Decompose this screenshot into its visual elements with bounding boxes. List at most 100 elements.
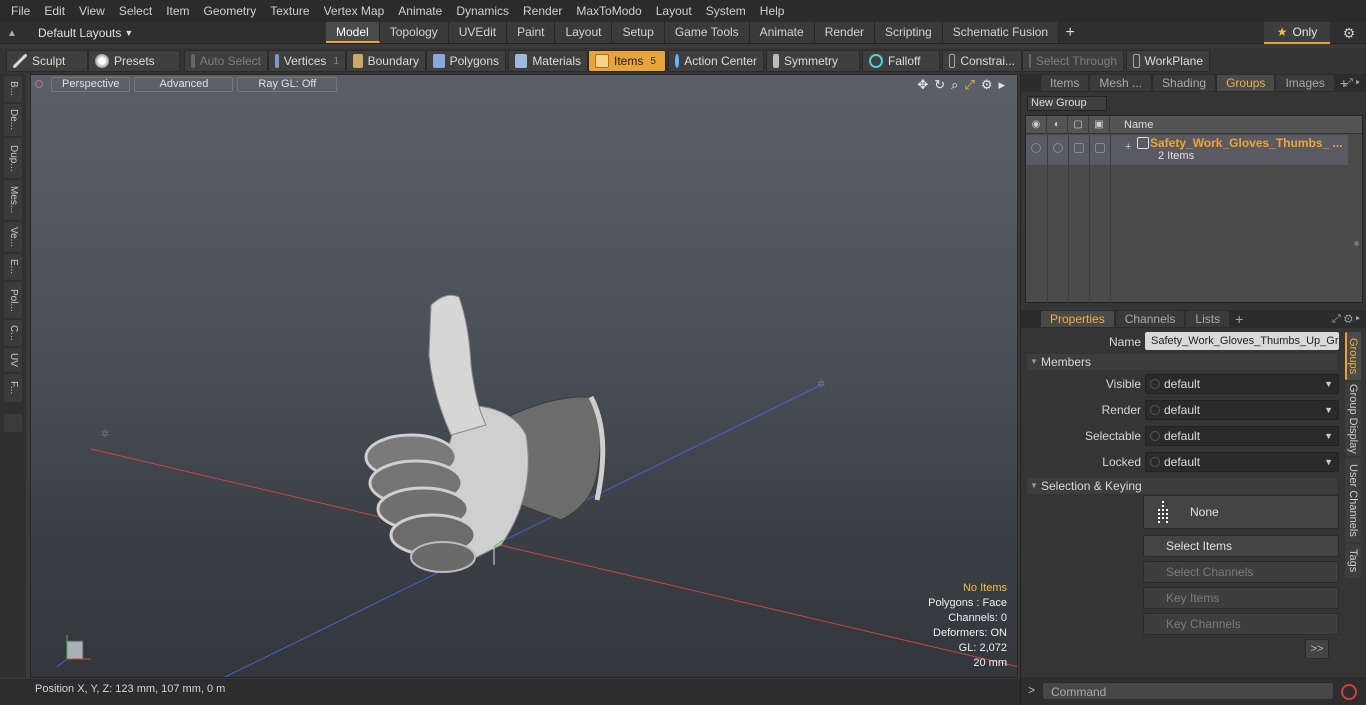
advanced-dropdown[interactable]: Advanced <box>134 76 234 92</box>
workplane-button[interactable]: WorkPlane <box>1126 50 1210 72</box>
tab-lists[interactable]: Lists <box>1186 311 1230 327</box>
polygons-button[interactable]: Polygons <box>426 50 506 72</box>
render-icon[interactable]: ◐ <box>1047 115 1068 134</box>
visible-select[interactable]: default ▼ <box>1145 374 1339 394</box>
viewport-more-icon[interactable]: ▸ <box>998 77 1005 93</box>
layouts-selector[interactable]: ▲ Default Layouts ▼ <box>2 22 133 44</box>
tab-shading[interactable]: Shading <box>1153 75 1216 91</box>
tab-layout[interactable]: Layout <box>555 22 613 43</box>
eye-icon[interactable]: ◉ <box>1026 115 1047 134</box>
keyframe-circle-icon[interactable] <box>1150 431 1160 441</box>
selectable-select[interactable]: default ▼ <box>1145 426 1339 446</box>
viewport-menu-dot-icon[interactable] <box>35 80 43 88</box>
viewport-gear-icon[interactable]: ⚙ <box>981 77 993 93</box>
group-name-field[interactable]: Safety_Work_Gloves_Thumbs_Up_Gr <box>1145 332 1339 350</box>
key-channels-button[interactable]: Key Channels <box>1143 613 1339 635</box>
symmetry-button[interactable]: Symmetry <box>766 50 860 72</box>
render-select[interactable]: default ▼ <box>1145 400 1339 420</box>
row-visible-toggle[interactable] <box>1031 143 1041 153</box>
left-tab-deform[interactable]: De... <box>4 104 22 136</box>
menu-dynamics[interactable]: Dynamics <box>449 0 516 22</box>
tab-render[interactable]: Render <box>814 22 876 43</box>
menu-edit[interactable]: Edit <box>37 0 72 22</box>
menu-system[interactable]: System <box>699 0 753 22</box>
menu-animate[interactable]: Animate <box>391 0 449 22</box>
more-button[interactable]: >> <box>1305 639 1329 659</box>
only-toggle[interactable]: ★ Only <box>1264 22 1330 44</box>
row-lock-toggle[interactable] <box>1074 143 1084 153</box>
menu-help[interactable]: Help <box>753 0 792 22</box>
key-items-button[interactable]: Key Items <box>1143 587 1339 609</box>
lock-icon[interactable]: ▢ <box>1068 115 1089 134</box>
items-button[interactable]: Items 5 <box>588 50 666 72</box>
action-center-button[interactable]: Action Center <box>668 50 764 72</box>
presets-button[interactable]: Presets <box>88 50 180 72</box>
command-input[interactable]: Command <box>1042 682 1334 700</box>
side-tab-groups[interactable]: Groups <box>1345 332 1361 380</box>
tab-properties[interactable]: Properties <box>1041 311 1114 327</box>
auto-select-button[interactable]: Auto Select <box>184 50 268 72</box>
constraints-button[interactable]: Constrai... <box>942 50 1022 72</box>
tab-schematic-fusion[interactable]: Schematic Fusion <box>942 22 1060 43</box>
left-tab-vertex[interactable]: Ve... <box>4 222 22 252</box>
props-expand-icon[interactable]: ⤢⚙▸ <box>1332 313 1363 326</box>
members-section[interactable]: ▼ Members <box>1027 354 1337 370</box>
keyframe-circle-icon[interactable] <box>1150 379 1160 389</box>
new-group-button[interactable]: New Group <box>1027 96 1107 111</box>
left-tab-collapse[interactable] <box>4 414 22 432</box>
row-select-toggle[interactable] <box>1095 143 1105 153</box>
row-render-toggle[interactable] <box>1053 143 1063 153</box>
select-items-button[interactable]: Select Items <box>1143 535 1339 557</box>
none-button[interactable]: None <box>1143 495 1339 529</box>
locked-select[interactable]: default ▼ <box>1145 452 1339 472</box>
tab-items[interactable]: Items <box>1041 75 1089 91</box>
add-tab-icon[interactable]: + <box>1059 22 1081 44</box>
raygl-dropdown[interactable]: Ray GL: Off <box>237 76 338 92</box>
vertices-button[interactable]: Vertices 1 <box>268 50 346 72</box>
left-tab-curve[interactable]: C... <box>4 320 22 346</box>
tab-game-tools[interactable]: Game Tools <box>664 22 750 43</box>
materials-button[interactable]: Materials <box>508 50 588 72</box>
tab-uvedit[interactable]: UVEdit <box>448 22 508 43</box>
menu-render[interactable]: Render <box>516 0 569 22</box>
menu-texture[interactable]: Texture <box>263 0 316 22</box>
menu-vertex-map[interactable]: Vertex Map <box>317 0 392 22</box>
maximize-view-icon[interactable]: ⤢ <box>964 77 974 93</box>
record-macro-icon[interactable] <box>1341 684 1357 700</box>
menu-geometry[interactable]: Geometry <box>197 0 264 22</box>
add-props-tab-icon[interactable]: + <box>1231 311 1247 327</box>
menu-maxtomodo[interactable]: MaxToModo <box>569 0 648 22</box>
left-tab-edge[interactable]: E... <box>4 254 22 280</box>
scroll-handle[interactable] <box>1354 241 1359 246</box>
zoom-view-icon[interactable]: ⌕ <box>951 77 958 93</box>
side-tab-user-channels[interactable]: User Channels <box>1345 458 1361 542</box>
side-tab-group-display[interactable]: Group Display <box>1345 382 1361 456</box>
left-tab-polygon[interactable]: Pol... <box>4 282 22 318</box>
panel-expand-icon[interactable]: ⤢▸ <box>1344 77 1363 90</box>
menu-layout[interactable]: Layout <box>649 0 699 22</box>
left-tab-fusion[interactable]: F... <box>4 374 22 402</box>
select-through-button[interactable]: Select Through <box>1022 50 1124 72</box>
boundary-button[interactable]: Boundary <box>346 50 426 72</box>
select-icon[interactable]: ▣ <box>1089 115 1110 134</box>
menu-view[interactable]: View <box>72 0 112 22</box>
tab-animate[interactable]: Animate <box>749 22 815 43</box>
tab-model[interactable]: Model <box>326 22 380 43</box>
tab-mesh[interactable]: Mesh ... <box>1090 75 1152 91</box>
tab-setup[interactable]: Setup <box>612 22 665 43</box>
select-channels-button[interactable]: Select Channels <box>1143 561 1339 583</box>
gear-icon[interactable]: ⚙ <box>1338 22 1360 44</box>
tab-channels[interactable]: Channels <box>1115 311 1185 327</box>
group-row[interactable]: + Safety_Work_Gloves_Thumbs_ ... 2 Items <box>1026 135 1348 165</box>
expand-icon[interactable]: + <box>1125 141 1131 153</box>
side-tab-tags[interactable]: Tags <box>1345 544 1361 578</box>
tab-groups[interactable]: Groups <box>1217 75 1275 91</box>
3d-viewport[interactable]: ✲ ✲ Perspective Advanced Ray GL: Off ✥ ↻… <box>30 74 1018 678</box>
perspective-dropdown[interactable]: Perspective <box>51 76 131 92</box>
keyframe-circle-icon[interactable] <box>1150 457 1160 467</box>
menu-item[interactable]: Item <box>159 0 196 22</box>
left-tab-basic[interactable]: B... <box>4 76 22 102</box>
menu-file[interactable]: File <box>4 0 37 22</box>
collapse-up-icon[interactable]: ▲ <box>2 28 22 39</box>
selection-keying-section[interactable]: ▼ Selection & Keying <box>1027 478 1337 494</box>
